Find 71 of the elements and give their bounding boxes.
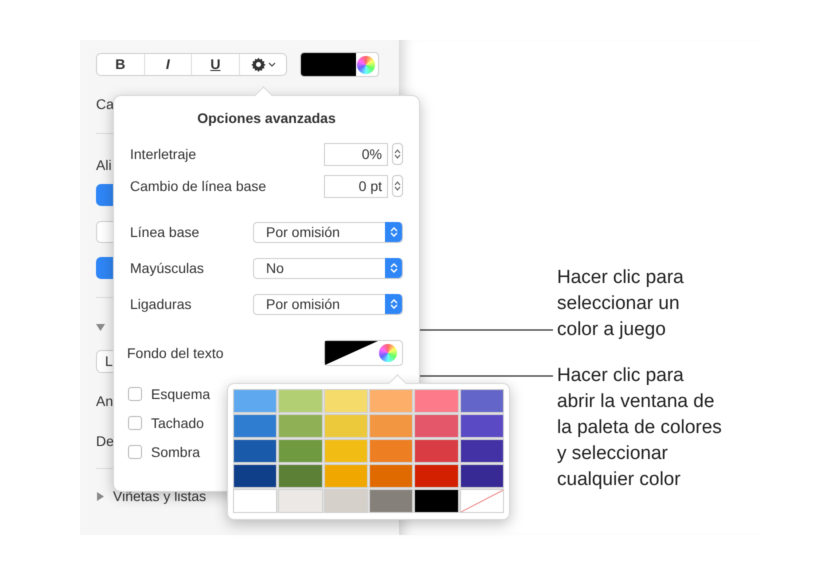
number-field[interactable]: 0 pt — [324, 174, 388, 198]
color-swatch[interactable] — [233, 439, 278, 463]
color-swatch[interactable] — [233, 389, 278, 413]
color-swatch[interactable] — [368, 439, 414, 463]
disclosure-right-icon[interactable] — [96, 492, 105, 500]
callout-text: Hacer clic para abrir la ventana de la paleta de colores y seleccionar cualquier color — [557, 364, 723, 492]
option-label: Ligaduras — [130, 294, 192, 314]
number-field[interactable]: 0% — [324, 142, 388, 166]
text-style-button[interactable]: I — [144, 54, 192, 75]
popup-menu[interactable]: Por omisión — [253, 222, 403, 242]
stepper-arrows[interactable] — [392, 143, 403, 165]
option-label: Línea base — [130, 222, 200, 242]
option-label: Mayúsculas — [130, 258, 205, 278]
popup-arrows-icon — [385, 222, 402, 242]
sidebar-label: Ali — [96, 156, 112, 174]
color-swatch[interactable] — [414, 489, 459, 513]
color-swatch[interactable] — [414, 414, 459, 438]
color-wheel-icon — [357, 56, 376, 74]
color-swatch[interactable] — [233, 489, 278, 513]
chevron-down-icon — [268, 62, 276, 67]
color-swatch[interactable] — [368, 464, 414, 488]
color-swatch[interactable] — [460, 439, 504, 463]
sidebar-label: De — [96, 432, 114, 450]
popover-title: Opciones avanzadas — [197, 110, 336, 126]
checkbox[interactable] — [128, 387, 142, 401]
color-swatch[interactable] — [324, 414, 368, 438]
callout-text: Hacer clic para seleccionar un color a juego — [557, 266, 685, 342]
checkbox[interactable] — [128, 416, 142, 430]
option-label: Fondo del texto — [127, 344, 225, 362]
color-swatch[interactable] — [278, 439, 323, 463]
text-style-button[interactable]: B — [97, 54, 145, 75]
popup-arrows-icon — [385, 258, 402, 278]
color-swatch[interactable] — [233, 464, 278, 488]
gear-icon — [250, 57, 266, 72]
sidebar-label: An — [96, 392, 114, 410]
stepper-arrows[interactable] — [392, 175, 403, 197]
color-swatch[interactable] — [368, 489, 414, 513]
color-swatch[interactable] — [460, 414, 504, 438]
color-wheel-icon — [379, 344, 397, 362]
color-swatch[interactable] — [324, 389, 368, 413]
popup-menu[interactable]: No — [253, 258, 403, 278]
option-label: Interletraje — [130, 144, 198, 164]
color-swatch[interactable] — [460, 389, 504, 413]
color-swatch — [325, 341, 378, 365]
disclosure-down-icon[interactable] — [96, 322, 105, 332]
popup-menu[interactable]: Por omisión — [253, 294, 403, 314]
sidebar-label: Ca — [96, 95, 114, 114]
color-swatch[interactable] — [368, 414, 414, 438]
color-swatch[interactable] — [278, 464, 323, 488]
color-swatch[interactable] — [460, 464, 504, 488]
popup-arrows-icon — [385, 294, 402, 314]
color-swatch[interactable] — [414, 439, 459, 463]
checkbox-label: Esquema — [151, 384, 210, 404]
color-swatch[interactable] — [278, 489, 323, 513]
checkbox-label: Tachado — [151, 414, 204, 432]
color-swatch[interactable] — [368, 389, 414, 413]
color-swatch[interactable] — [324, 439, 368, 463]
color-swatch[interactable] — [414, 464, 459, 488]
color-swatch[interactable] — [233, 414, 278, 438]
option-label: Cambio de línea base — [130, 176, 268, 196]
checkbox[interactable] — [128, 445, 142, 459]
color-swatch[interactable] — [278, 414, 323, 438]
color-well[interactable] — [300, 52, 379, 77]
checkbox-label: Sombra — [151, 442, 200, 462]
text-background-color-well[interactable] — [324, 340, 403, 366]
color-swatch[interactable] — [324, 464, 368, 488]
no-color-swatch[interactable] — [460, 489, 504, 513]
color-swatch[interactable] — [278, 389, 323, 413]
color-swatch[interactable] — [324, 489, 368, 513]
color-swatch[interactable] — [414, 389, 459, 413]
text-style-button[interactable]: U — [192, 54, 240, 75]
